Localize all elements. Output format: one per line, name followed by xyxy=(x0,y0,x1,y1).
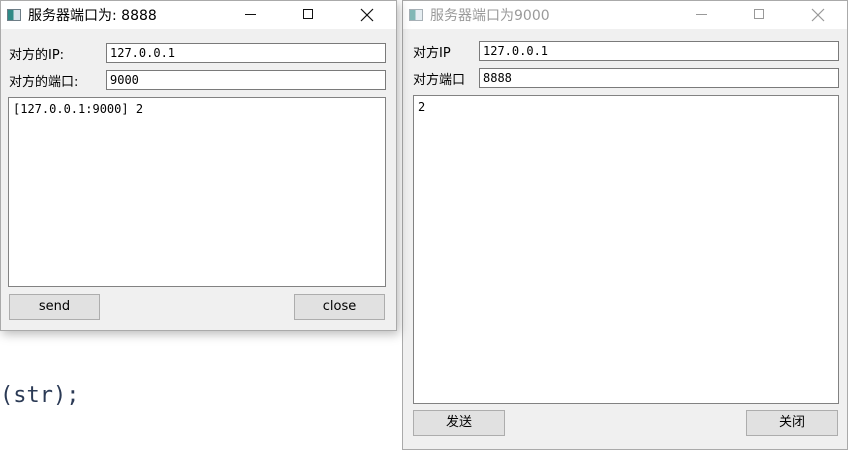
server-window-9000: 服务器端口为9000 对方IP 对方端口 2 发送 关闭 xyxy=(402,0,848,450)
peer-ip-label: 对方的IP: xyxy=(9,48,65,63)
peer-ip-label: 对方IP xyxy=(413,46,451,61)
maximize-icon xyxy=(754,9,764,19)
app-icon xyxy=(409,9,423,21)
title-bar[interactable]: 服务器端口为: 8888 xyxy=(1,1,396,29)
background-code-fragment: (str); xyxy=(0,383,80,408)
peer-port-label: 对方端口 xyxy=(413,73,466,88)
window-title: 服务器端口为: 8888 xyxy=(28,8,157,24)
close-button[interactable]: 关闭 xyxy=(746,410,838,436)
maximize-button[interactable] xyxy=(280,1,338,29)
title-bar[interactable]: 服务器端口为9000 xyxy=(403,1,847,29)
window-title: 服务器端口为9000 xyxy=(430,8,550,24)
minimize-icon xyxy=(245,14,256,15)
app-icon xyxy=(7,9,21,21)
peer-port-label: 对方的端口: xyxy=(9,75,79,90)
minimize-icon xyxy=(696,14,707,15)
peer-port-input[interactable] xyxy=(106,70,386,90)
message-log[interactable]: [127.0.0.1:9000] 2 xyxy=(8,97,386,287)
close-icon xyxy=(811,8,825,22)
minimize-button[interactable] xyxy=(673,1,731,29)
close-button[interactable]: close xyxy=(294,294,385,320)
peer-port-input[interactable] xyxy=(479,68,839,88)
send-button[interactable]: 发送 xyxy=(413,410,505,436)
close-window-button[interactable] xyxy=(338,1,396,29)
maximize-icon xyxy=(303,9,313,19)
message-log[interactable]: 2 xyxy=(413,95,839,404)
peer-ip-input[interactable] xyxy=(106,43,386,63)
close-icon xyxy=(360,8,374,22)
send-button[interactable]: send xyxy=(9,294,100,320)
peer-ip-input[interactable] xyxy=(479,41,839,61)
maximize-button[interactable] xyxy=(731,1,789,29)
close-window-button[interactable] xyxy=(789,1,847,29)
minimize-button[interactable] xyxy=(222,1,280,29)
server-window-8888: 服务器端口为: 8888 对方的IP: 对方的端口: [127.0.0.1:90… xyxy=(0,0,397,331)
